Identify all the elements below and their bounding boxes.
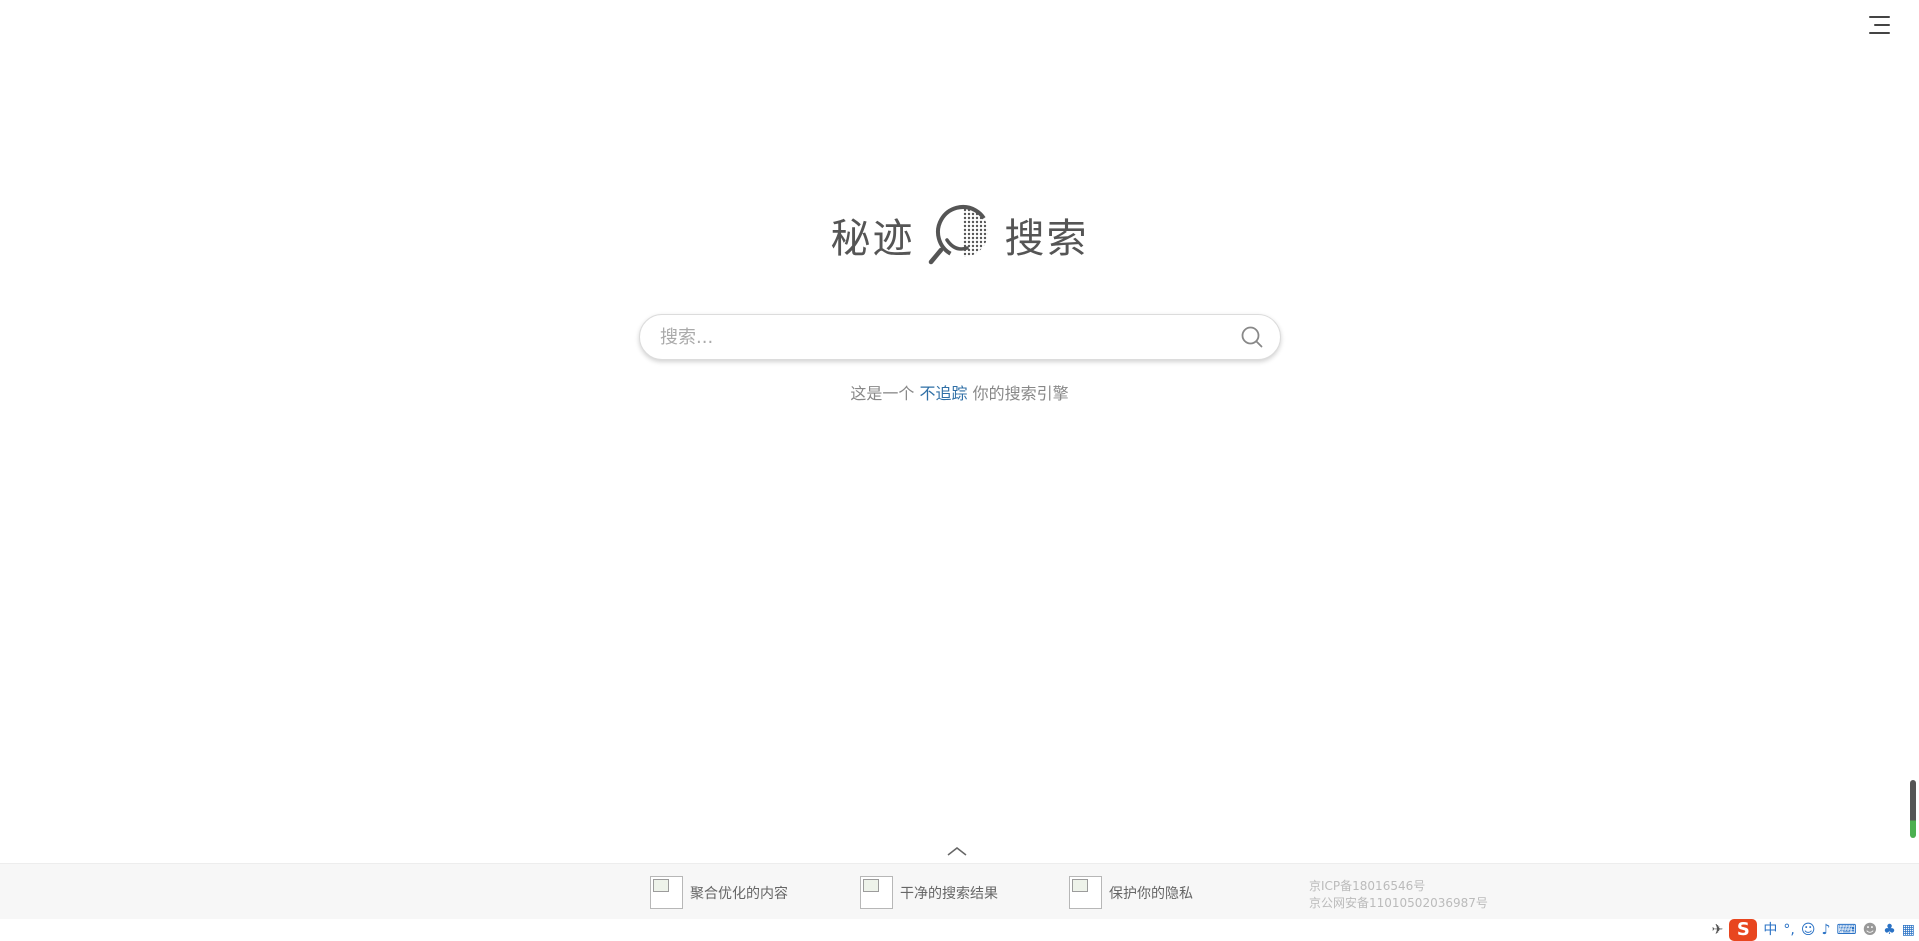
- tagline: 这是一个 不追踪 你的搜索引擎: [0, 380, 1919, 404]
- logo-text-left: 秘迹: [830, 216, 915, 262]
- scrollbar-thumb[interactable]: [1910, 780, 1916, 838]
- user-icon[interactable]: ☻: [1863, 919, 1878, 941]
- search-box: [639, 314, 1281, 360]
- menu-button[interactable]: [1866, 14, 1890, 36]
- ime-punctuation-mode[interactable]: °,: [1783, 919, 1794, 941]
- search-button[interactable]: [1224, 315, 1280, 359]
- icp-info: 京ICP备18016546号 京公网安备11010502036987号: [1309, 878, 1488, 912]
- no-tracking-link[interactable]: 不追踪: [919, 384, 967, 403]
- chevron-up-icon[interactable]: [946, 845, 968, 857]
- emoji-icon[interactable]: ☺: [1801, 919, 1816, 941]
- tagline-suffix: 你的搜索引擎: [972, 384, 1069, 403]
- feature-label: 聚合优化的内容: [690, 885, 788, 902]
- rocket-icon[interactable]: ✈: [1712, 919, 1724, 941]
- icp-line-2[interactable]: 京公网安备11010502036987号: [1309, 895, 1488, 912]
- ime-chinese-mode[interactable]: 中: [1763, 919, 1777, 941]
- toolbox-grid-icon[interactable]: ▦: [1902, 919, 1915, 941]
- hamburger-menu-icon: [1869, 16, 1890, 18]
- feature-label: 干净的搜索结果: [900, 885, 998, 902]
- skin-shirt-icon[interactable]: ♣: [1883, 919, 1896, 941]
- feature-label: 保护你的隐私: [1109, 885, 1193, 902]
- microphone-icon[interactable]: ♪: [1821, 919, 1830, 941]
- broken-image-icon: [1069, 876, 1102, 909]
- feature-privacy: 保护你的隐私: [1069, 876, 1193, 909]
- smile-magnifier-logo-icon: [928, 205, 990, 265]
- keyboard-icon[interactable]: ⌨: [1836, 919, 1856, 941]
- icp-line-1[interactable]: 京ICP备18016546号: [1309, 878, 1488, 895]
- feature-aggregated-content: 聚合优化的内容: [650, 876, 788, 909]
- footer: 聚合优化的内容 干净的搜索结果 保护你的隐私 京ICP备18016546号 京公…: [0, 863, 1919, 919]
- search-input[interactable]: [640, 315, 1224, 359]
- search-icon: [1241, 326, 1263, 348]
- logo-text-right: 搜索: [1004, 216, 1089, 262]
- taskbar: ✈ S 中 °, ☺ ♪ ⌨ ☻ ♣ ▦: [0, 919, 1919, 941]
- system-tray: ✈ S 中 °, ☺ ♪ ⌨ ☻ ♣ ▦: [1712, 919, 1915, 941]
- broken-image-icon: [650, 876, 683, 909]
- feature-clean-results: 干净的搜索结果: [860, 876, 998, 909]
- tagline-prefix: 这是一个: [850, 384, 915, 403]
- logo: 秘迹 搜索: [0, 204, 1919, 266]
- sogou-ime-icon[interactable]: S: [1729, 919, 1758, 941]
- broken-image-icon: [860, 876, 893, 909]
